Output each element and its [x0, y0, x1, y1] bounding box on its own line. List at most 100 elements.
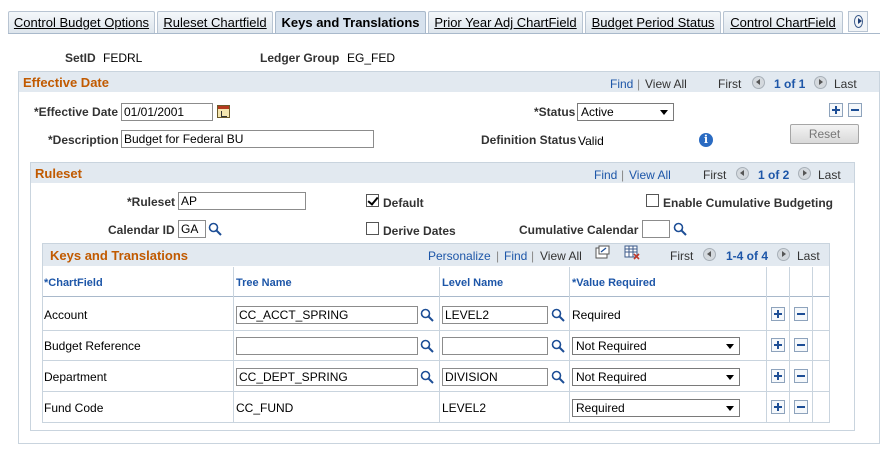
- ruleset-last-label: Last: [818, 168, 841, 182]
- row1-level-name-input[interactable]: LEVEL2: [442, 306, 548, 324]
- keys-prev-icon[interactable]: [703, 248, 716, 261]
- calendar-id-label: Calendar ID: [108, 223, 175, 237]
- row2-level-name-input[interactable]: [442, 337, 548, 355]
- grid-header-line: [43, 296, 829, 297]
- effective-date-title: Effective Date: [23, 75, 109, 90]
- ruleset-next-icon[interactable]: [798, 167, 811, 180]
- grid-col-line: [812, 267, 813, 422]
- enable-cumulative-label: Enable Cumulative Budgeting: [663, 196, 834, 210]
- col-chartfield: *ChartField: [44, 277, 103, 289]
- row2-delete-icon[interactable]: [794, 338, 808, 352]
- keys-grid: [42, 243, 830, 423]
- row1-value-required: Required: [572, 308, 621, 322]
- description-label: *Description: [48, 133, 119, 147]
- tab-ruleset-chartfield[interactable]: Ruleset Chartfield: [157, 11, 273, 33]
- row2-tree-name-input[interactable]: [236, 337, 418, 355]
- grid-col-line: [766, 267, 767, 422]
- status-select[interactable]: Active: [577, 103, 674, 121]
- cumulative-calendar-label: Cumulative Calendar: [519, 223, 639, 237]
- ledger-group-value: EG_FED: [347, 51, 396, 65]
- effective-view-all-link[interactable]: View All: [645, 77, 687, 91]
- keys-find-link[interactable]: Find: [504, 249, 527, 263]
- calendar-icon[interactable]: [217, 105, 230, 118]
- keys-next-icon[interactable]: [777, 248, 790, 261]
- row1-add-icon[interactable]: [771, 307, 785, 321]
- tab-control-chartfield[interactable]: Control ChartField: [723, 11, 843, 33]
- row3-delete-icon[interactable]: [794, 369, 808, 383]
- status-label: *Status: [534, 105, 576, 119]
- description-input[interactable]: Budget for Federal BU: [121, 130, 374, 148]
- row2-level-lookup-icon[interactable]: [551, 339, 565, 353]
- effective-count: 1 of 1: [774, 77, 806, 91]
- effective-date-input[interactable]: 01/01/2001: [121, 103, 213, 121]
- effective-next-icon[interactable]: [814, 76, 827, 89]
- row4-delete-icon[interactable]: [794, 400, 808, 414]
- definition-status-value: Valid: [578, 134, 604, 148]
- effective-prev-icon[interactable]: [752, 76, 765, 89]
- tab-scroll-right-button[interactable]: [848, 11, 868, 32]
- row1-delete-icon[interactable]: [794, 307, 808, 321]
- info-icon[interactable]: i: [699, 133, 713, 147]
- ruleset-prev-icon[interactable]: [736, 167, 749, 180]
- row4-add-icon[interactable]: [771, 400, 785, 414]
- row3-tree-lookup-icon[interactable]: [420, 370, 434, 384]
- keys-last-label: Last: [797, 249, 820, 263]
- ruleset-separator: |: [621, 168, 625, 182]
- effective-separator: |: [637, 77, 641, 91]
- ledger-group-label: Ledger Group: [260, 51, 340, 65]
- row3-chartfield: Department: [44, 370, 107, 384]
- grid-row-line: [43, 391, 829, 392]
- row3-value-required-select[interactable]: Not Required: [572, 368, 740, 386]
- row3-add-icon[interactable]: [771, 369, 785, 383]
- default-checkbox[interactable]: [366, 194, 379, 207]
- effective-first-label: First: [718, 77, 742, 91]
- add-row-icon[interactable]: [829, 103, 843, 117]
- calendar-id-input[interactable]: GA: [178, 220, 206, 238]
- row3-tree-name-input[interactable]: CC_DEPT_SPRING: [236, 368, 418, 386]
- keys-personalize-link[interactable]: Personalize: [428, 249, 491, 263]
- row1-tree-lookup-icon[interactable]: [420, 308, 434, 322]
- derive-dates-checkbox[interactable]: [366, 222, 379, 235]
- cumulative-calendar-input[interactable]: [642, 220, 670, 238]
- zoom-icon[interactable]: [595, 245, 610, 259]
- row1-chartfield: Account: [44, 308, 88, 322]
- keys-view-all-link[interactable]: View All: [540, 249, 582, 263]
- ruleset-label: *Ruleset: [127, 195, 176, 209]
- row4-value-required-select[interactable]: Required: [572, 399, 740, 417]
- grid-col-line: [789, 267, 790, 422]
- ruleset-find-link[interactable]: Find: [594, 168, 617, 182]
- tab-control-budget-options[interactable]: Control Budget Options: [8, 11, 155, 33]
- row4-level-name: LEVEL2: [442, 401, 487, 415]
- derive-dates-label: Derive Dates: [383, 224, 456, 238]
- ruleset-first-label: First: [703, 168, 727, 182]
- row2-add-icon[interactable]: [771, 338, 785, 352]
- reset-button[interactable]: Reset: [790, 124, 859, 144]
- keys-separator-2: |: [531, 249, 535, 263]
- col-value-required: *Value Required: [572, 277, 656, 289]
- arrow-right-icon: [854, 15, 863, 28]
- grid-col-line: [439, 267, 440, 422]
- row3-level-lookup-icon[interactable]: [551, 370, 565, 384]
- delete-row-icon[interactable]: [848, 103, 862, 117]
- grid-row-line: [43, 360, 829, 361]
- keys-first-label: First: [670, 249, 694, 263]
- default-label: Default: [383, 196, 424, 210]
- effective-find-link[interactable]: Find: [610, 77, 633, 91]
- row2-value-required-select[interactable]: Not Required: [572, 337, 740, 355]
- tab-budget-period-status[interactable]: Budget Period Status: [585, 11, 721, 33]
- ruleset-input[interactable]: AP: [178, 192, 306, 210]
- row3-level-name-input[interactable]: DIVISION: [442, 368, 548, 386]
- download-excel-icon[interactable]: [624, 245, 640, 260]
- keys-grid-title: Keys and Translations: [50, 248, 188, 263]
- tab-keys-and-translations[interactable]: Keys and Translations: [275, 11, 426, 34]
- effective-last-label: Last: [834, 77, 857, 91]
- calendar-id-lookup-icon[interactable]: [208, 222, 222, 236]
- row1-tree-name-input[interactable]: CC_ACCT_SPRING: [236, 306, 418, 324]
- row1-level-lookup-icon[interactable]: [551, 308, 565, 322]
- ruleset-view-all-link[interactable]: View All: [629, 168, 671, 182]
- col-tree-name: Tree Name: [236, 277, 292, 289]
- row2-tree-lookup-icon[interactable]: [420, 339, 434, 353]
- tab-prior-year-adj-chartfield[interactable]: Prior Year Adj ChartField: [428, 11, 583, 33]
- cumulative-calendar-lookup-icon[interactable]: [673, 222, 687, 236]
- enable-cumulative-checkbox[interactable]: [646, 194, 659, 207]
